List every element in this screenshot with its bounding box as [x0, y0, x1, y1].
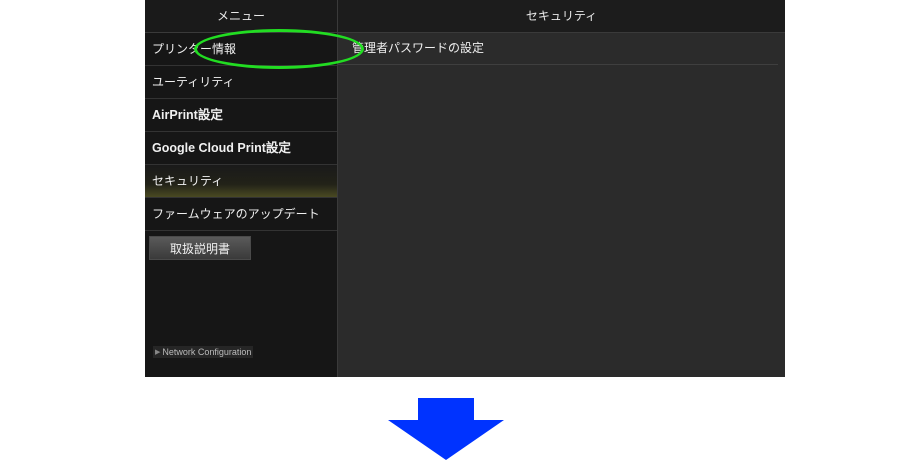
sidebar-item-utility[interactable]: ユーティリティ — [145, 66, 337, 99]
down-arrow-icon — [388, 398, 504, 460]
manual-button[interactable]: 取扱説明書 — [149, 236, 251, 260]
sidebar-header: メニュー — [145, 0, 337, 33]
printer-settings-panel: メニュー プリンター情報 ユーティリティ AirPrint設定 Google C… — [145, 0, 785, 377]
network-configuration-label: Network Configuration — [162, 347, 252, 357]
content-area: セキュリティ 管理者パスワードの設定 — [338, 0, 785, 377]
sidebar-item-firmware-update[interactable]: ファームウェアのアップデート — [145, 198, 337, 231]
sidebar-menu: メニュー プリンター情報 ユーティリティ AirPrint設定 Google C… — [145, 0, 338, 377]
content-header: セキュリティ — [338, 0, 785, 33]
screenshot-stage: メニュー プリンター情報 ユーティリティ AirPrint設定 Google C… — [0, 0, 920, 473]
sidebar-item-google-cloud-print[interactable]: Google Cloud Print設定 — [145, 132, 337, 165]
sidebar-item-airprint[interactable]: AirPrint設定 — [145, 99, 337, 132]
triangle-right-icon: ▶ — [155, 349, 161, 356]
sidebar-item-security[interactable]: セキュリティ — [145, 165, 337, 198]
network-configuration-link[interactable]: ▶ Network Configuration — [153, 346, 254, 358]
sidebar-item-printer-info[interactable]: プリンター情報 — [145, 33, 337, 66]
admin-password-setting-item[interactable]: 管理者パスワードの設定 — [338, 33, 778, 65]
